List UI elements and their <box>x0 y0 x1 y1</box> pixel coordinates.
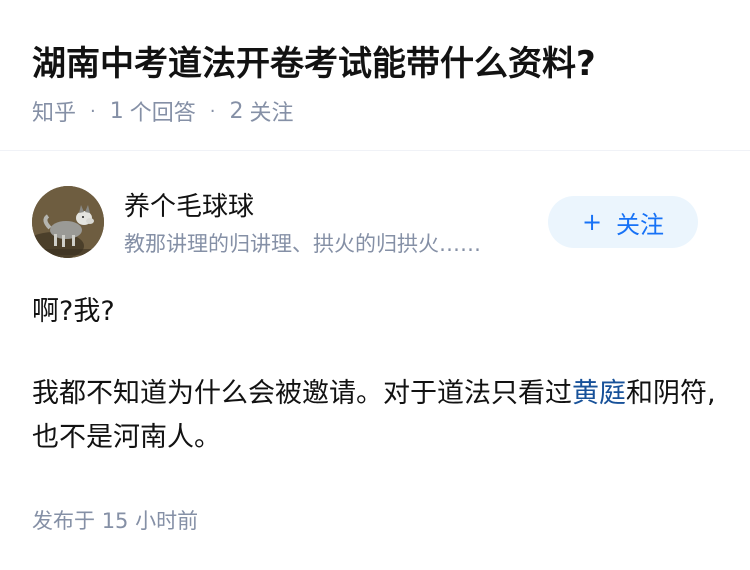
follow-button-label: 关注 <box>616 210 665 239</box>
follow-button[interactable]: + 关注 <box>548 196 698 248</box>
publish-value: 15 小时前 <box>101 509 199 533</box>
inline-link[interactable]: 黄庭 <box>572 378 626 409</box>
followers-count: 2 <box>229 98 244 124</box>
source-label[interactable]: 知乎 <box>32 95 76 127</box>
question-title[interactable]: 湖南中考道法开卷考试能带什么资料? <box>32 36 596 85</box>
followers-label[interactable]: 关注 <box>250 95 294 127</box>
publish-label: 发布于 <box>32 509 95 533</box>
answers-label[interactable]: 个回答 <box>130 95 196 127</box>
author-name[interactable]: 养个毛球球 <box>124 186 254 223</box>
separator-dot: · <box>209 100 216 122</box>
plus-icon: + <box>581 208 603 236</box>
author-bio: 教那讲理的归讲理、拱火的归拱火…… <box>124 232 481 256</box>
answers-count: 1 <box>109 98 124 124</box>
publish-time[interactable]: 发布于 15 小时前 <box>32 505 198 535</box>
answer-paragraph: 啊?我? <box>32 296 115 327</box>
question-meta: 知乎 · 1 个回答 · 2 关注 <box>32 95 294 127</box>
avatar[interactable] <box>32 186 104 258</box>
answer-paragraph: 我都不知道为什么会被邀请。对于道法只看过黄庭和阴符,也不是河南人。 <box>32 372 718 460</box>
answer-text-segment: 我都不知道为什么会被邀请。对于道法只看过 <box>32 378 572 409</box>
section-divider <box>0 150 750 151</box>
dog-photo-icon <box>32 186 104 258</box>
separator-dot: · <box>90 100 96 122</box>
answer-page: 湖南中考道法开卷考试能带什么资料? 知乎 · 1 个回答 · 2 关注 养个毛球… <box>0 0 750 570</box>
